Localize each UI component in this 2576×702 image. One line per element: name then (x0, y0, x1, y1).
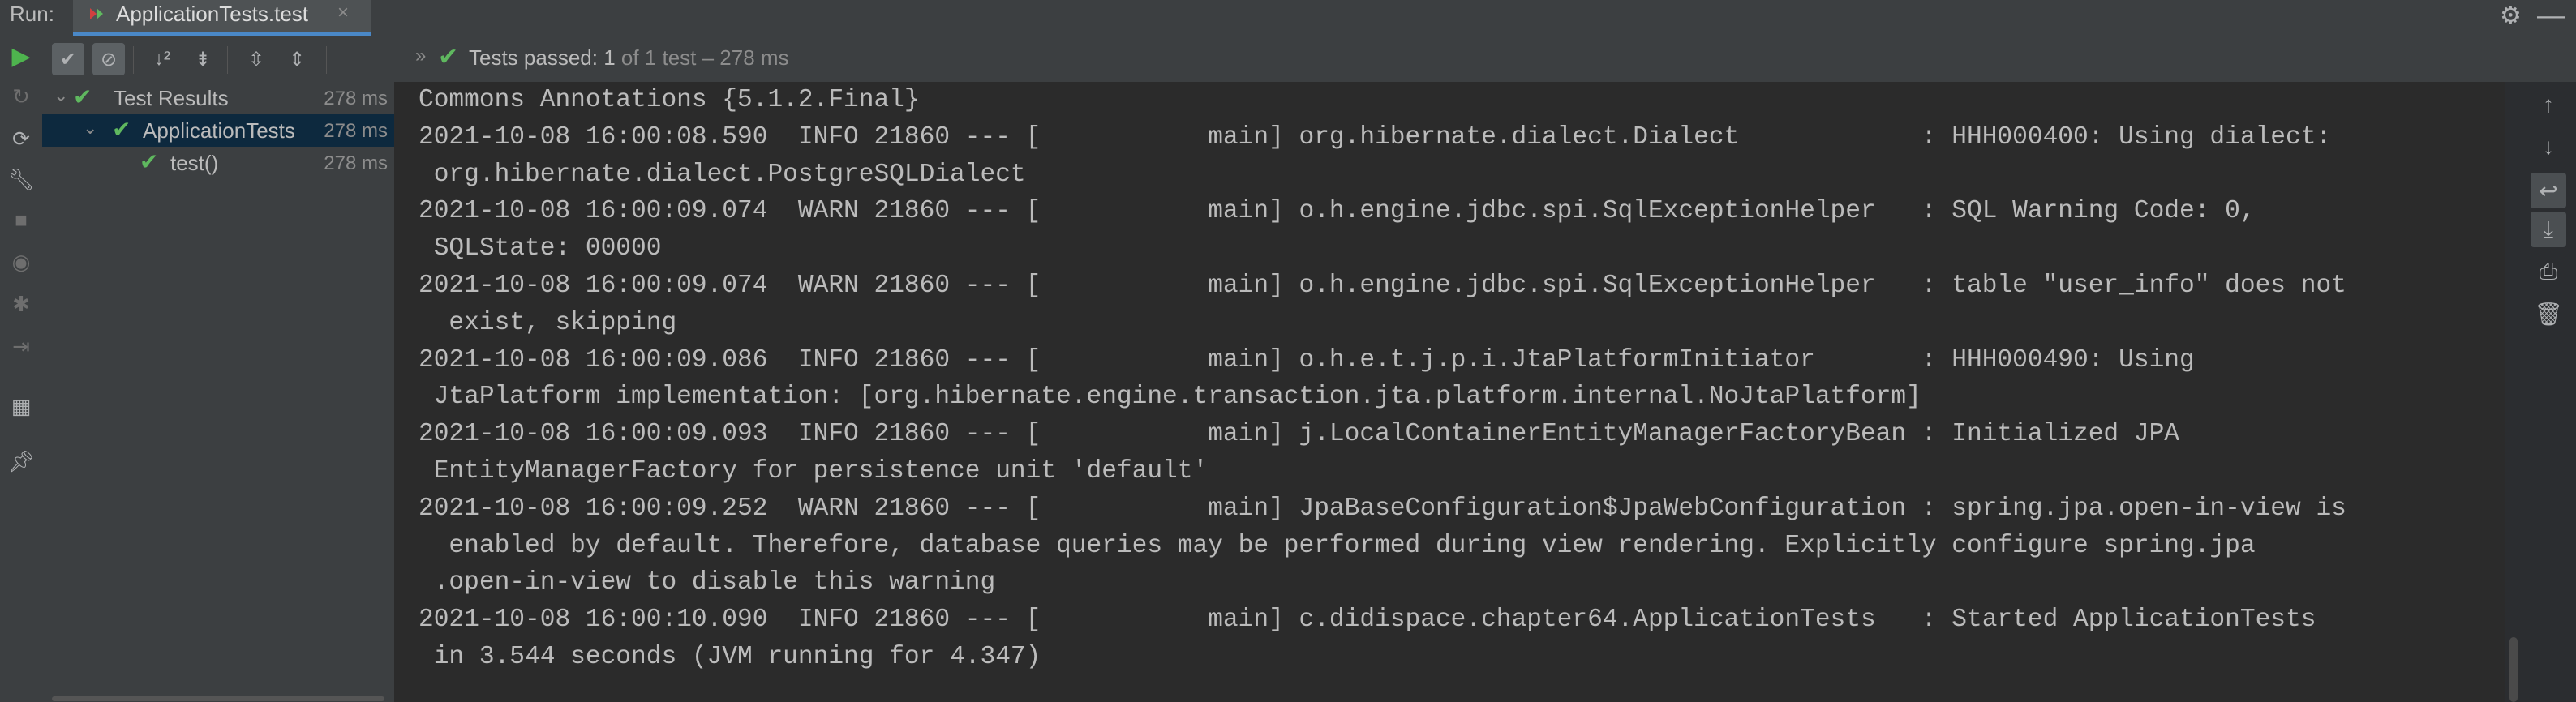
gear-icon[interactable]: ⚙ (2500, 2, 2522, 30)
tree-label: test() (170, 151, 219, 175)
console-line: SQLState: 00000 (419, 234, 662, 263)
test-tree: ⌄ ✔ Test Results 278 ms ⌄ ✔ ApplicationT… (42, 82, 396, 702)
tab-title: ApplicationTests.test (116, 2, 309, 26)
show-passed-icon[interactable]: ✔ (52, 43, 84, 75)
console-text: Commons Annotations {5.1.2.Final} 2021-1… (419, 82, 2346, 676)
tree-label: Test Results (114, 86, 229, 110)
console-line: EntityManagerFactory for persistence uni… (419, 456, 1209, 486)
test-toolbar: ✔ ⊘ ↓² ⇟ ⇳ ⇕ » ✔ Tests passed: 1 of 1 te… (42, 36, 2576, 82)
tests-status: Tests passed: 1 of 1 test – 278 ms (469, 45, 789, 70)
console-line: Commons Annotations {5.1.2.Final} (419, 86, 920, 114)
console-line: 2021-10-08 16:00:09.074 WARN 21860 --- [… (419, 271, 2346, 300)
sort-alpha-icon[interactable]: ↓² (146, 43, 178, 75)
horizontal-scrollbar[interactable] (52, 696, 384, 701)
console-output[interactable]: Commons Annotations {5.1.2.Final} 2021-1… (396, 82, 2505, 702)
trash-icon[interactable]: 🗑︎ (2531, 296, 2566, 332)
tree-time: 278 ms (324, 152, 388, 174)
left-toolbar: ▶ ↻ ⟳ 🔧︎ ■ ◉ ✱ ⇥ ▦ 📌︎ (0, 36, 43, 702)
sort-duration-icon[interactable]: ⇟ (187, 43, 219, 75)
passed-check-icon: ✔ (140, 149, 159, 174)
scroll-to-end-icon[interactable]: ⤓ (2531, 212, 2566, 247)
soft-wrap-icon[interactable]: ↩ (2531, 173, 2566, 208)
run-label: Run: (10, 2, 54, 26)
collapse-all-icon[interactable]: ⇕ (281, 43, 313, 75)
toolbar-separator (133, 46, 134, 74)
rerun-icon[interactable]: ▶ (8, 43, 34, 70)
console-line: org.hibernate.dialect.PostgreSQLDialect (419, 160, 1026, 189)
chevron-down-icon[interactable]: ⌄ (83, 118, 97, 139)
pin-icon[interactable]: 📌︎ (8, 448, 35, 474)
console-line: 2021-10-08 16:00:08.590 INFO 21860 --- [… (419, 122, 2332, 152)
arrow-down-icon[interactable]: ↓ (2531, 129, 2566, 165)
close-icon[interactable]: × (337, 2, 349, 24)
toolbar-separator (326, 46, 327, 74)
arrow-up-icon[interactable]: ↑ (2531, 87, 2566, 122)
print-icon[interactable]: ⎙ (2531, 254, 2566, 289)
passed-check-icon: ✔ (112, 117, 131, 142)
minimize-icon[interactable]: — (2537, 0, 2565, 32)
console-line: 2021-10-08 16:00:09.074 WARN 21860 --- [… (419, 197, 2256, 226)
tree-row-test[interactable]: ✔ test() 278 ms (42, 147, 394, 179)
right-toolbar: ↑ ↓ ↩ ⤓ ⎙ 🗑︎ (2522, 82, 2576, 702)
toolbar-separator (227, 46, 228, 74)
console-line: JtaPlatform implementation: [org.hiberna… (419, 383, 1921, 412)
run-toolwindow-header: Run: ApplicationTests.test × ⚙ — (0, 0, 2576, 36)
test-run-icon (90, 8, 103, 19)
wrench-icon[interactable]: 🔧︎ (8, 166, 35, 192)
tree-time: 278 ms (324, 120, 388, 142)
vertical-scrollbar[interactable] (2509, 637, 2518, 702)
import-icon[interactable]: ⇥ (8, 333, 34, 359)
passed-check-icon: ✔ (438, 44, 459, 71)
stop-icon[interactable]: ■ (8, 207, 34, 233)
console-line: 2021-10-08 16:00:09.252 WARN 21860 --- [… (419, 494, 2346, 523)
console-line: enabled by default. Therefore, database … (419, 531, 2256, 560)
toggle-auto-test-icon[interactable]: ⟳ (8, 126, 34, 152)
expand-all-icon[interactable]: ⇳ (240, 43, 273, 75)
console-line: 2021-10-08 16:00:09.086 INFO 21860 --- [… (419, 345, 2195, 375)
rerun-failed-icon[interactable]: ↻ (8, 83, 34, 109)
console-line: .open-in-view to disable this warning (419, 568, 996, 597)
console-line: in 3.544 seconds (JVM running for 4.347) (419, 642, 1041, 671)
tree-label: ApplicationTests (143, 118, 295, 143)
passed-check-icon: ✔ (73, 84, 92, 109)
tab-underline (73, 32, 371, 36)
layout-icon[interactable]: ▦ (8, 393, 34, 419)
console-line: 2021-10-08 16:00:09.093 INFO 21860 --- [… (419, 420, 2180, 449)
debug-icon[interactable]: ✱ (8, 291, 34, 317)
camera-icon[interactable]: ◉ (8, 249, 34, 275)
show-ignored-icon[interactable]: ⊘ (92, 43, 125, 75)
tree-row-application-tests[interactable]: ⌄ ✔ ApplicationTests 278 ms (42, 114, 394, 147)
chevron-down-icon[interactable]: ⌄ (54, 85, 68, 106)
tree-row-test-results[interactable]: ⌄ ✔ Test Results 278 ms (42, 82, 394, 114)
console-line: exist, skipping (419, 308, 677, 337)
tree-time: 278 ms (324, 88, 388, 109)
more-chevron-icon[interactable]: » (415, 45, 426, 67)
console-line: 2021-10-08 16:00:10.090 INFO 21860 --- [… (419, 606, 2316, 635)
